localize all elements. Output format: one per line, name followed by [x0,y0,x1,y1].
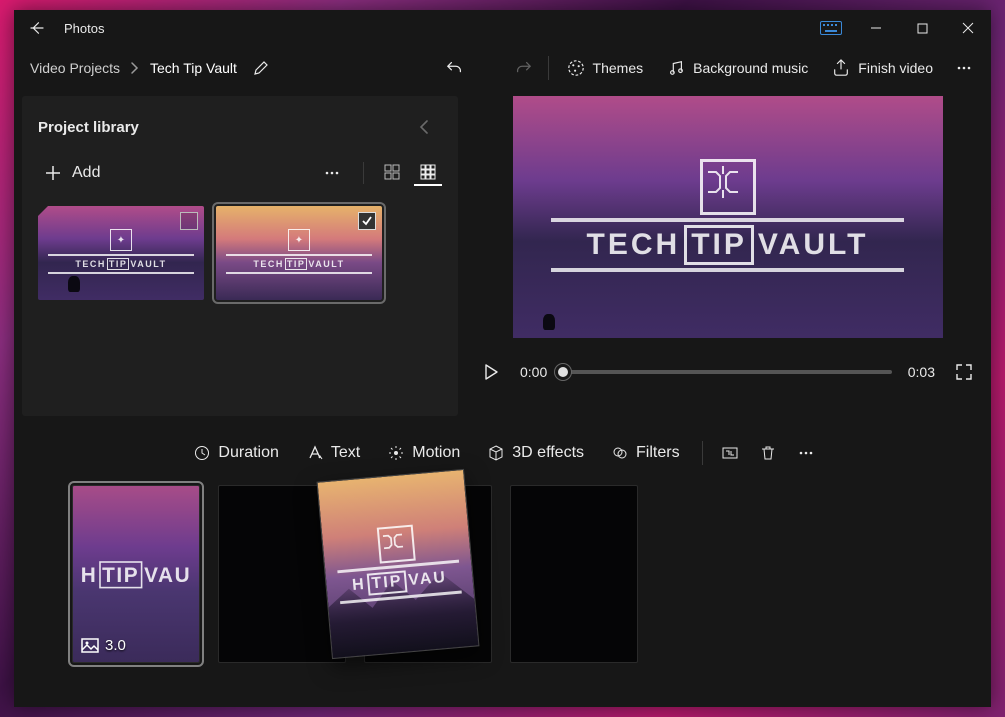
fullscreen-icon [955,363,973,381]
total-time: 0:03 [908,364,935,380]
filters-button[interactable]: Filters [600,438,692,468]
grid-small-button[interactable] [414,160,442,186]
finish-label: Finish video [858,60,933,76]
more-horizontal-icon [955,59,973,77]
clip-more-button[interactable] [789,438,823,468]
dragging-clip[interactable]: HTIPVAU [317,469,480,659]
music-note-icon [667,59,685,77]
check-icon [361,215,373,227]
back-button[interactable] [14,10,60,46]
image-icon [81,638,99,653]
themes-label: Themes [593,60,644,76]
project-library-panel: Project library Add [22,96,458,416]
undo-button[interactable] [436,48,474,88]
finish-video-button[interactable]: Finish video [820,48,945,88]
library-title: Project library [38,119,408,136]
back-arrow-icon [28,19,46,37]
circuit-icon [379,527,407,555]
duration-label: Duration [218,444,278,462]
seek-handle[interactable] [555,364,571,380]
main-area: Project library Add [14,90,991,423]
close-button[interactable] [945,10,991,46]
clip-duration-badge: 3.0 [81,637,126,654]
view-toggle [378,160,442,186]
more-button[interactable] [945,48,983,88]
motion-label: Motion [412,444,460,462]
redo-button[interactable] [504,48,542,88]
on-screen-keyboard-icon[interactable] [809,10,853,46]
plus-icon [44,164,62,182]
storyboard-clip-4[interactable] [510,485,638,663]
text-button[interactable]: Text [295,438,372,468]
breadcrumb-root[interactable]: Video Projects [26,54,124,82]
photos-video-editor-window: Photos Video Projects Tech Tip Vault [14,10,991,707]
play-icon [484,364,498,380]
redo-icon [514,59,532,77]
motion-button[interactable]: Motion [376,438,472,468]
maximize-button[interactable] [899,10,945,46]
export-icon [832,59,850,77]
storyboard-clip-1[interactable]: HTIPVAU 3.0 [72,485,200,663]
collapse-library-button[interactable] [408,114,442,140]
play-button[interactable] [478,358,504,386]
clock-icon [194,445,210,461]
bgmusic-label: Background music [693,60,808,76]
text-label: Text [331,444,360,462]
background-music-button[interactable]: Background music [655,48,820,88]
more-horizontal-icon [323,164,341,182]
library-thumbnails: ✦ TECHTIPVAULT ✦ TECHTIPVAULT [38,206,442,300]
filters-icon [612,445,628,461]
circuit-icon [703,162,743,202]
logo-overlay: HTIPVAU [318,470,479,658]
more-horizontal-icon [797,444,815,462]
aspect-ratio-icon [721,444,739,462]
undo-icon [446,59,464,77]
cube-icon [488,445,504,461]
filters-label: Filters [636,444,680,462]
resize-button[interactable] [713,438,747,468]
text-icon [307,445,323,461]
trash-icon [759,444,777,462]
duration-button[interactable]: Duration [182,438,290,468]
selection-checkbox-checked[interactable] [358,212,376,230]
chevron-left-icon [416,118,434,136]
library-item-sunset[interactable]: ✦ TECHTIPVAULT [216,206,382,300]
titlebar: Photos [14,10,991,46]
clip-toolbar: Duration Text Motion 3D effects Filters [14,431,991,475]
grid-large-button[interactable] [378,160,406,186]
logo-overlay: TECHTIPVAULT [513,96,943,338]
rename-project-button[interactable] [243,54,279,82]
top-toolbar: Video Projects Tech Tip Vault Themes Bac… [14,46,991,90]
motion-icon [388,445,404,461]
3d-effects-label: 3D effects [512,444,584,462]
themes-button[interactable]: Themes [555,48,656,88]
seek-slider[interactable] [563,370,892,374]
player-controls: 0:00 0:03 [472,358,983,386]
storyboard[interactable]: HTIPVAU 3.0 HTIPVAU [14,475,991,707]
library-more-button[interactable] [315,158,349,188]
palette-icon [567,59,585,77]
add-media-button[interactable]: Add [38,158,106,188]
grid-2x2-icon [384,164,400,180]
add-label: Add [72,164,100,182]
video-preview[interactable]: TECHTIPVAULT [513,96,943,338]
project-name[interactable]: Tech Tip Vault [144,54,243,82]
library-item-night[interactable]: ✦ TECHTIPVAULT [38,206,204,300]
current-time: 0:00 [520,364,547,380]
selection-checkbox[interactable] [180,212,198,230]
minimize-button[interactable] [853,10,899,46]
preview-column: TECHTIPVAULT 0:00 0:03 [472,90,983,423]
pencil-icon [253,60,269,76]
3d-effects-button[interactable]: 3D effects [476,438,596,468]
delete-clip-button[interactable] [751,438,785,468]
app-title: Photos [60,21,104,36]
grid-3x3-icon [420,164,436,180]
chevron-right-icon [124,60,144,76]
fullscreen-button[interactable] [951,359,977,385]
